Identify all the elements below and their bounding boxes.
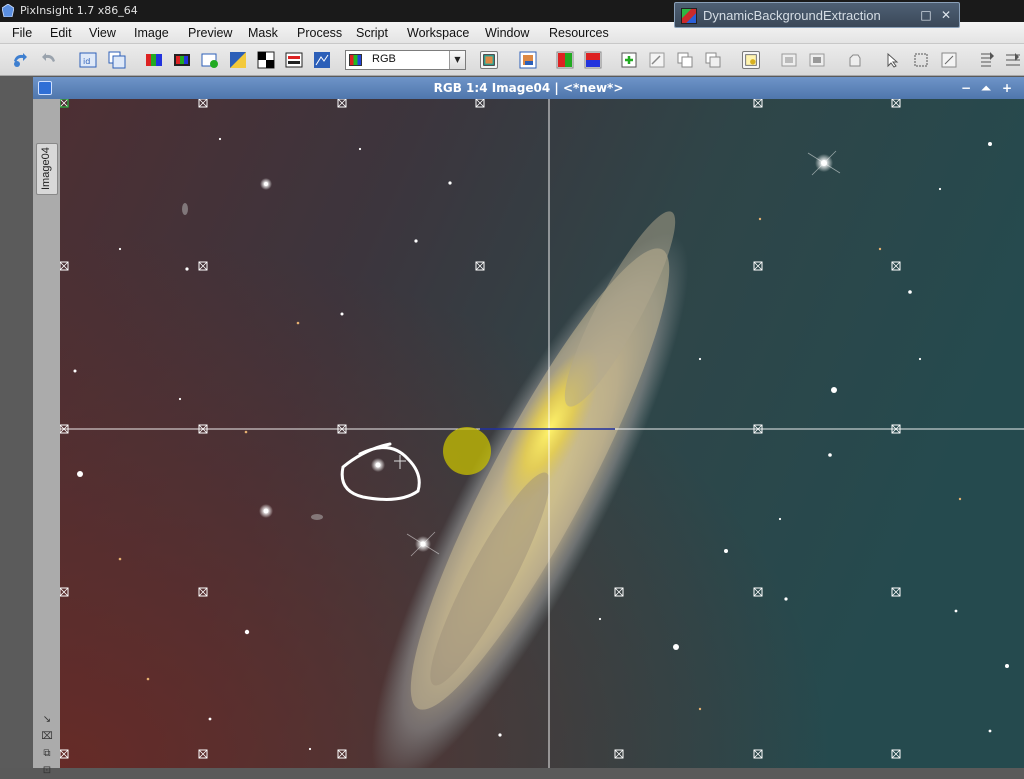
image-tab[interactable]: Image04 — [36, 143, 58, 195]
undo-icon[interactable] — [11, 51, 29, 69]
image-window-title: RGB 1:4 Image04 | <*new*> — [433, 81, 624, 95]
dbe-process-icon — [681, 8, 697, 24]
dbe-process-window[interactable]: DynamicBackgroundExtraction □ ✕ — [674, 2, 960, 28]
image-tab-label: Image04 — [40, 147, 52, 190]
edit-image-icon[interactable] — [648, 51, 666, 69]
pixinsight-logo-icon — [2, 4, 14, 17]
mask-enable-icon[interactable] — [780, 51, 798, 69]
stf-auto-icon[interactable] — [556, 51, 574, 69]
mask-visible-icon[interactable] — [742, 51, 760, 69]
dbe-window-title: DynamicBackgroundExtraction — [703, 8, 881, 23]
zoom-out-icon[interactable]: ⌧ — [39, 728, 55, 745]
duplicate-icon[interactable] — [108, 51, 126, 69]
zoom-one-icon[interactable]: ⊡ — [39, 762, 55, 779]
readout-icon[interactable] — [846, 51, 864, 69]
menu-process[interactable]: Process — [297, 26, 342, 40]
crop-icon[interactable] — [912, 51, 930, 69]
app-title: PixInsight 1.7 x86_64 — [20, 4, 138, 17]
restore-icon[interactable]: □ — [918, 7, 934, 23]
maximize-icon[interactable]: + — [1000, 80, 1014, 96]
image-side-strip: Image04 ↘ ⌧ ⧉ ⊡ — [33, 99, 60, 776]
stf-reset-icon[interactable] — [584, 51, 602, 69]
screen-transfer-icon[interactable] — [229, 51, 247, 69]
fit-view-icon[interactable]: ⧉ — [39, 745, 55, 762]
histogram-icon[interactable] — [257, 51, 275, 69]
zoom-fit-icon[interactable] — [519, 51, 537, 69]
statistics-icon[interactable] — [313, 51, 331, 69]
image-canvas[interactable] — [60, 99, 1024, 768]
mask-invert-icon[interactable] — [808, 51, 826, 69]
yellow-sample-marker[interactable] — [443, 427, 491, 475]
copy-window-icon[interactable] — [676, 51, 694, 69]
menu-workspace[interactable]: Workspace — [407, 26, 469, 40]
extra-tool-icon[interactable] — [1004, 51, 1022, 69]
zoom-in-icon[interactable]: ↘ — [39, 711, 55, 728]
channel-select[interactable]: RGB ▼ — [345, 50, 466, 70]
zoom-area-icon[interactable] — [940, 51, 958, 69]
menu-window[interactable]: Window — [485, 26, 529, 40]
menu-edit[interactable]: Edit — [50, 26, 72, 40]
side-tools: ↘ ⌧ ⧉ ⊡ — [39, 711, 55, 779]
curves-icon[interactable] — [285, 51, 303, 69]
menu-mask[interactable]: Mask — [248, 26, 278, 40]
close-icon[interactable]: ✕ — [938, 7, 954, 23]
redo-icon[interactable] — [40, 51, 58, 69]
menu-script[interactable]: Script — [356, 26, 388, 40]
channel-select-value: RGB — [372, 53, 396, 65]
svg-text:id: id — [83, 57, 90, 66]
image-window-titlebar[interactable]: RGB 1:4 Image04 | <*new*> − ⏶ + — [33, 77, 1024, 99]
menu-preview[interactable]: Preview — [188, 26, 232, 40]
menu-image[interactable]: Image — [134, 26, 169, 40]
rgb-swatch-icon — [349, 54, 362, 66]
astro-image[interactable] — [60, 99, 1024, 768]
cascade-windows-icon[interactable] — [704, 51, 722, 69]
shade-icon[interactable]: ⏶ — [979, 80, 993, 96]
display-mode-icon[interactable] — [480, 51, 498, 69]
identifier-icon[interactable]: id — [79, 51, 97, 69]
dynamic-crop-icon[interactable] — [978, 51, 996, 69]
chevron-down-icon[interactable]: ▼ — [449, 51, 465, 69]
minimize-icon[interactable]: − — [959, 80, 973, 96]
select-mode-icon[interactable] — [884, 51, 902, 69]
menu-view[interactable]: View — [89, 26, 116, 40]
rgb-channels-icon[interactable] — [145, 51, 163, 69]
menu-file[interactable]: File — [12, 26, 32, 40]
main-toolbar: id RGB ▼ — [0, 44, 1024, 76]
image-window[interactable]: RGB 1:4 Image04 | <*new*> − ⏶ + Image04 … — [33, 77, 1024, 776]
new-preview-icon[interactable] — [201, 51, 219, 69]
menu-resources[interactable]: Resources — [549, 26, 609, 40]
new-image-icon[interactable] — [620, 51, 638, 69]
channels-extract-icon[interactable] — [173, 51, 191, 69]
